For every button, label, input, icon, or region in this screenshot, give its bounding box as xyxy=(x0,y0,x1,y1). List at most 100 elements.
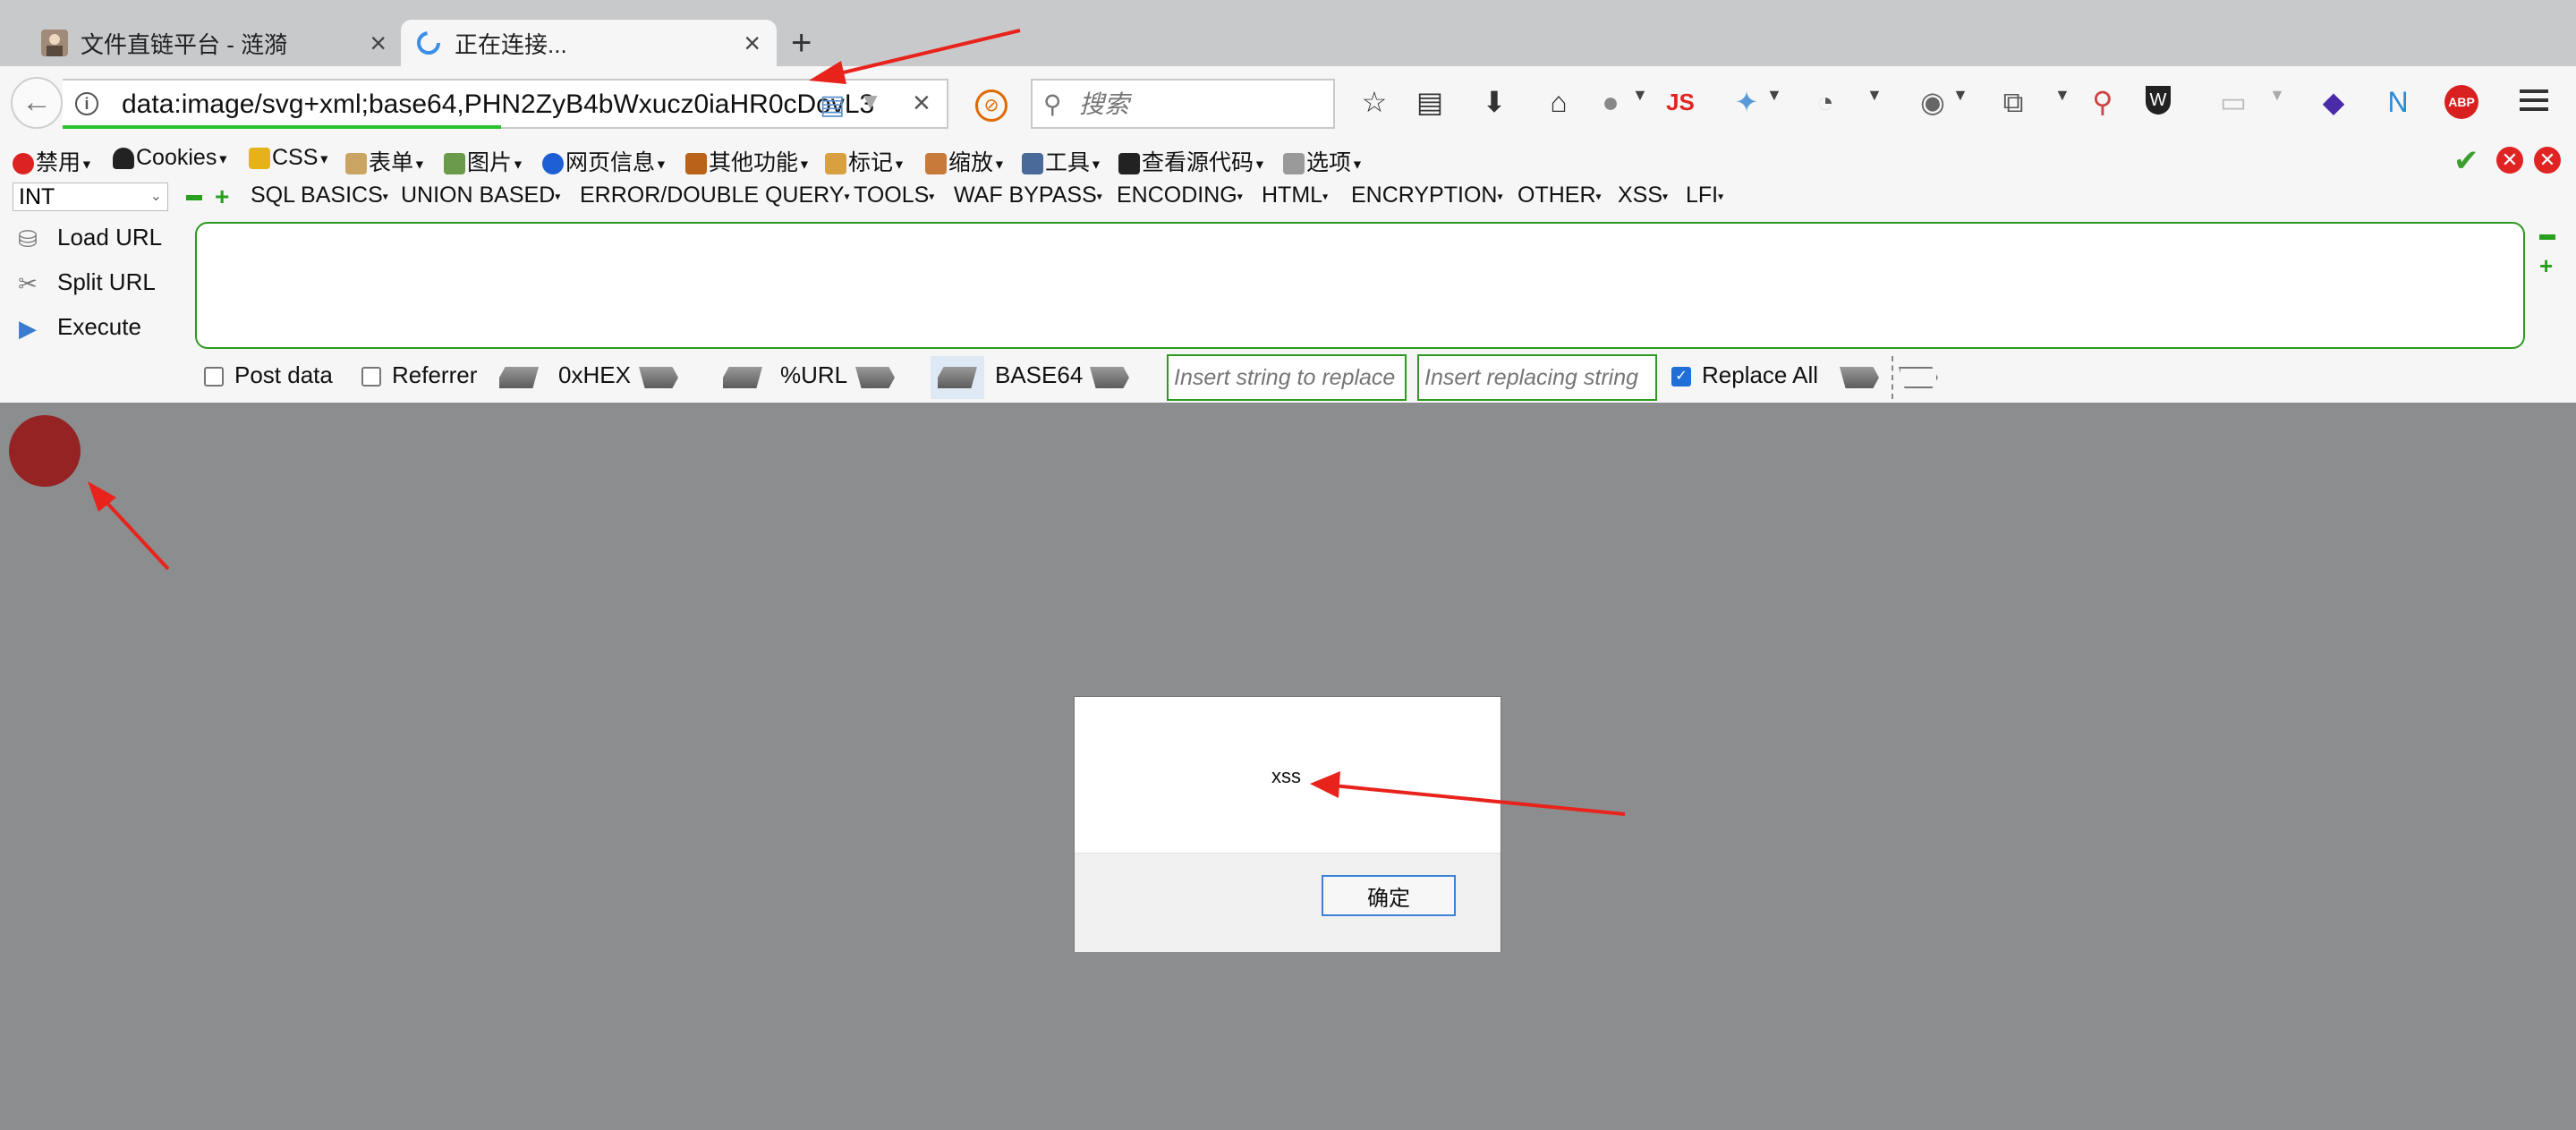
cookies-menu[interactable]: Cookies▼ xyxy=(113,145,229,171)
layers-icon[interactable]: ◆ xyxy=(2314,82,2353,122)
shield-icon[interactable]: W xyxy=(2146,86,2171,115)
url-encode-arrow-icon[interactable] xyxy=(855,367,895,388)
stop-button[interactable]: × xyxy=(913,86,931,121)
home-icon[interactable]: ⌂ xyxy=(1539,82,1578,122)
noscript-icon[interactable]: ⊘ xyxy=(975,89,1007,122)
pages-icon[interactable]: ⧉ xyxy=(1994,82,2033,122)
forms-menu[interactable]: 表单▼ xyxy=(345,145,426,177)
plus-icon[interactable]: + xyxy=(215,184,229,209)
adblock-icon[interactable]: ABP xyxy=(2444,85,2478,119)
replace-string-input[interactable] xyxy=(1167,354,1407,401)
referrer-checkbox[interactable]: Referrer xyxy=(361,361,477,389)
tools-menu[interactable]: 工具▼ xyxy=(1022,145,1102,177)
replacing-string-input[interactable] xyxy=(1417,354,1657,401)
network-icon[interactable]: ✦ xyxy=(1727,82,1766,122)
menu-union-based[interactable]: UNION BASED▾ xyxy=(401,183,560,208)
menu-waf-bypass[interactable]: WAF BYPASS▾ xyxy=(954,183,1102,208)
images-menu[interactable]: 图片▼ xyxy=(444,145,524,177)
menu-other[interactable]: OTHER▾ xyxy=(1518,183,1602,208)
css-menu[interactable]: CSS▼ xyxy=(249,145,330,171)
hex-decode-arrow-icon[interactable] xyxy=(499,367,539,388)
post-data-checkbox[interactable]: Post data xyxy=(204,361,333,389)
palette-icon[interactable]: ◔ xyxy=(1806,82,1845,122)
replace-all-checkbox[interactable]: ✓ Replace All xyxy=(1671,361,1818,389)
menu-error-double-query[interactable]: ERROR/DOUBLE QUERY▾ xyxy=(580,183,849,208)
menu-icon[interactable] xyxy=(2520,89,2548,116)
textarea-plus-icon[interactable]: + xyxy=(2539,252,2553,280)
checked-checkbox-icon[interactable]: ✓ xyxy=(1671,367,1691,387)
replace-arrow-icon[interactable] xyxy=(1840,367,1879,388)
palette-dropdown-icon[interactable]: ▼ xyxy=(1866,86,1883,105)
hex-encode-arrow-icon[interactable] xyxy=(639,367,678,388)
base64-encode-arrow-icon[interactable] xyxy=(1090,367,1129,388)
back-button[interactable]: ← xyxy=(11,77,63,129)
hackbar-url-textarea[interactable] xyxy=(195,222,2525,349)
menu-encryption[interactable]: ENCRYPTION▾ xyxy=(1351,183,1502,208)
alert-message: xss xyxy=(1271,765,1301,787)
eye-dropdown-icon[interactable]: ▼ xyxy=(1952,86,1968,105)
menu-lfi[interactable]: LFI▾ xyxy=(1686,183,1723,208)
pdf-icon[interactable]: ▭ xyxy=(2214,82,2253,122)
menu-label: ENCRYPTION xyxy=(1351,183,1498,208)
menu-tools[interactable]: TOOLS▾ xyxy=(854,183,934,208)
globe-icon[interactable]: ● xyxy=(1591,82,1630,122)
tab-close-icon[interactable]: × xyxy=(744,27,761,60)
eye-icon[interactable]: ◉ xyxy=(1913,82,1952,122)
magnifier-icon[interactable]: ⚲ xyxy=(2083,82,2122,122)
page-info-menu[interactable]: 网页信息▼ xyxy=(542,145,667,177)
disable-menu[interactable]: 禁用▼ xyxy=(13,145,93,177)
tab-close-icon[interactable]: × xyxy=(370,27,387,60)
menu-label: UNION BASED xyxy=(401,183,556,208)
close-toolbar-icon[interactable]: ✕ xyxy=(2534,147,2561,174)
search-bar[interactable]: ⚲ xyxy=(1031,79,1335,129)
info-icon[interactable]: i xyxy=(75,92,98,115)
tab-connecting[interactable]: 正在连接... × xyxy=(401,20,777,66)
menu-encoding[interactable]: ENCODING▾ xyxy=(1117,183,1243,208)
misc-menu[interactable]: 其他功能▼ xyxy=(685,145,811,177)
menu-html[interactable]: HTML▾ xyxy=(1262,183,1328,208)
bookmark-star-icon[interactable]: ☆ xyxy=(1355,82,1394,122)
url-decode-arrow-icon[interactable] xyxy=(723,367,762,388)
error-x-icon[interactable]: ✕ xyxy=(2496,147,2523,174)
js-toggle-icon[interactable]: JS xyxy=(1661,82,1700,122)
options-menu[interactable]: 选项▼ xyxy=(1283,145,1364,177)
textarea-minus-icon[interactable] xyxy=(2539,234,2555,240)
load-url-button[interactable]: ⛁ Load URL xyxy=(14,224,162,252)
globe-dropdown-icon[interactable]: ▼ xyxy=(1632,86,1648,105)
pdf-dropdown-icon[interactable]: ▼ xyxy=(2269,86,2285,105)
menu-label: 选项 xyxy=(1306,150,1352,175)
avatar-favicon-icon xyxy=(41,30,68,56)
reader-view-icon[interactable]: ▤ xyxy=(820,89,846,120)
url-bar[interactable]: i data:image/svg+xml;base64,PHN2ZyB4bWxu… xyxy=(63,79,948,129)
checkbox-icon[interactable] xyxy=(361,367,381,387)
checkbox-icon[interactable] xyxy=(204,367,224,387)
outline-menu[interactable]: 标记▼ xyxy=(825,145,905,177)
menu-xss[interactable]: XSS▾ xyxy=(1618,183,1668,208)
download-icon[interactable]: ⬇ xyxy=(1475,82,1514,122)
execute-button[interactable]: ▶ Execute xyxy=(14,313,141,342)
replace-next-arrow-icon[interactable] xyxy=(1899,367,1938,388)
pages-dropdown-icon[interactable]: ▼ xyxy=(2054,86,2070,105)
split-url-button[interactable]: ✂ Split URL xyxy=(14,268,156,297)
alert-footer: 确定 xyxy=(1075,853,1501,952)
network-dropdown-icon[interactable]: ▼ xyxy=(1766,86,1782,105)
url-input[interactable]: data:image/svg+xml;base64,PHN2ZyB4bWxucz… xyxy=(122,89,873,120)
url-highlight-underline xyxy=(63,125,501,129)
menu-sql-basics[interactable]: SQL BASICS▾ xyxy=(251,183,388,208)
search-input[interactable] xyxy=(1077,86,1331,123)
url-dropdown-icon[interactable]: ▼ xyxy=(859,88,882,115)
view-source-menu[interactable]: 查看源代码▼ xyxy=(1118,145,1266,177)
base64-decode-arrow-icon[interactable] xyxy=(938,367,977,388)
validate-check-icon[interactable]: ✔ xyxy=(2453,143,2479,179)
ok-button[interactable]: 确定 xyxy=(1322,875,1456,916)
split-url-label: Split URL xyxy=(57,268,156,295)
tab-title: 正在连接... xyxy=(455,30,567,58)
tab-file-platform[interactable]: 文件直链平台 - 涟漪 × xyxy=(27,20,403,66)
n-badge-icon[interactable]: N xyxy=(2378,82,2418,122)
resize-menu[interactable]: 缩放▼ xyxy=(925,145,1006,177)
reading-list-icon[interactable]: ▤ xyxy=(1410,82,1450,122)
misc-book-icon xyxy=(685,153,707,175)
type-select[interactable]: INT ⌄ xyxy=(13,183,168,211)
new-tab-button[interactable]: + xyxy=(791,20,812,66)
minus-icon[interactable] xyxy=(186,195,202,200)
